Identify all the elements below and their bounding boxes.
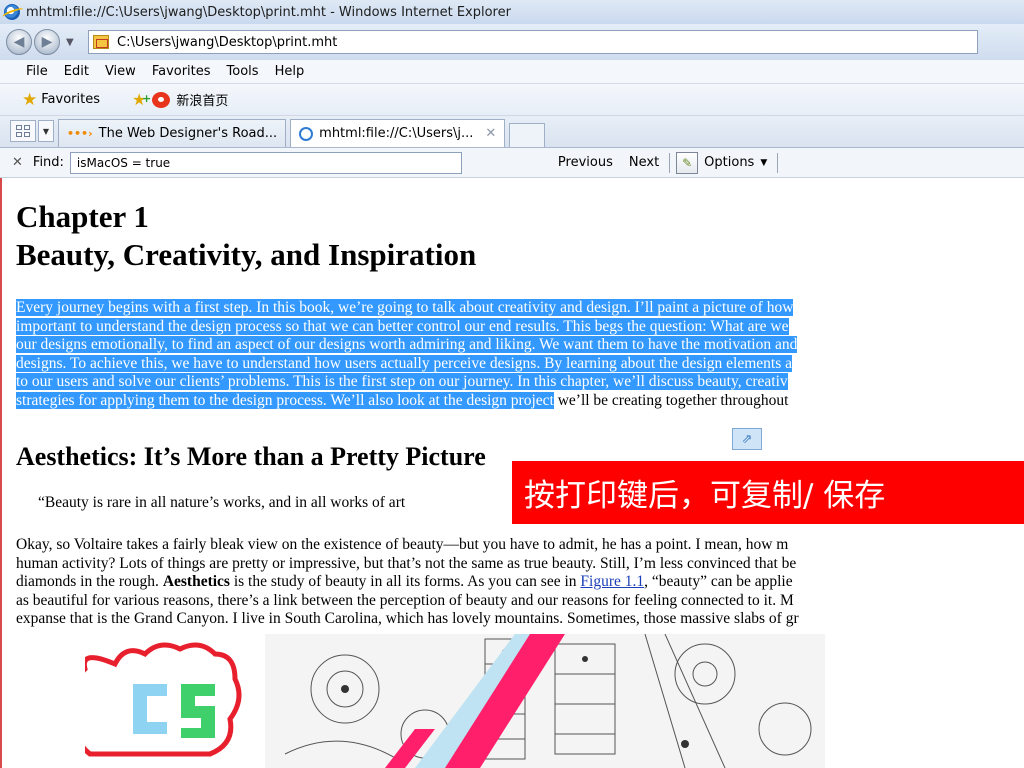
chapter-heading: Chapter 1 Beauty, Creativity, and Inspir… [16,198,476,274]
menu-bar: File Edit View Favorites Tools Help [0,60,1024,84]
selected-text-line: strategies for applying them to the desi… [16,391,554,409]
bold-term-aesthetics: Aesthetics [162,573,230,591]
weibo-icon [152,91,171,108]
title-bar: mhtml:file://C:\Users\jwang\Desktop\prin… [0,0,1024,24]
menu-edit[interactable]: Edit [64,64,89,79]
ie-icon [299,126,314,141]
close-tab-icon[interactable]: ✕ [485,126,496,141]
instruction-banner: 按打印键后，可复制/ 保存 [512,461,1024,524]
find-previous-button[interactable]: Previous [558,155,613,170]
body-line: Okay, so Voltaire takes a fairly bleak v… [16,536,789,553]
page-icon [93,35,109,49]
instruction-text: 按打印键后，可复制/ 保存 [524,478,886,514]
chapter-title: Beauty, Creativity, and Inspiration [16,237,477,272]
body-line: , “beauty” can be applie [644,573,793,591]
highlight-matches-icon[interactable]: ✎ [676,151,699,174]
find-bar: ✕ Find: Previous Next ✎ Options ▼ [0,148,1024,178]
back-button[interactable]: ◀ [6,29,32,55]
new-tab-button[interactable] [509,123,546,147]
intro-paragraph[interactable]: Every journey begins with a first step. … [16,299,1024,411]
favorite-link-sina[interactable]: 新浪首页 [176,90,228,109]
selected-text-line: designs. To achieve this, we have to und… [16,354,792,372]
chevron-down-icon[interactable]: ▼ [760,158,767,168]
menu-view[interactable]: View [105,64,136,79]
ie-logo-icon [4,4,20,20]
find-label: Find: [32,155,64,170]
find-separator [777,152,779,173]
recent-pages-dropdown[interactable]: ▼ [66,37,80,48]
selected-text-line: to our users and solve our clients’ prob… [16,373,788,391]
tab-label: The Web Designer's Road... [98,126,278,141]
favorites-star-icon: ★ [22,89,38,110]
close-find-bar-icon[interactable]: ✕ [12,155,23,170]
selected-text-line: important to understand the design proce… [16,317,789,335]
favorites-button[interactable]: Favorites [41,92,100,107]
menu-help[interactable]: Help [275,64,305,79]
menu-file[interactable]: File [26,64,48,79]
cover-image [85,634,825,768]
find-separator [669,152,671,173]
rss-icon: •••› [67,127,93,140]
window-title: mhtml:file://C:\Users\jwang\Desktop\prin… [26,4,511,20]
figure-link[interactable]: Figure 1.1 [580,573,644,590]
tab-mhtml-print[interactable]: mhtml:file://C:\Users\j... ✕ [290,119,506,147]
tab-label: mhtml:file://C:\Users\j... [319,126,474,141]
add-to-favorites-bar-icon[interactable]: ★ [132,90,152,109]
quote-text: “Beauty is rare in all nature’s works, a… [38,494,406,511]
copy-selection-icon[interactable]: ⇗ [732,428,762,450]
body-paragraph: Okay, so Voltaire takes a fairly bleak v… [16,536,1024,629]
cover-illustration [85,634,825,768]
menu-tools[interactable]: Tools [227,64,259,79]
section-heading: Aesthetics: It’s More than a Pretty Pict… [16,442,486,471]
forward-button[interactable]: ▶ [34,29,60,55]
selected-text-line: our designs emotionally, to find an aspe… [16,336,798,354]
find-options-button[interactable]: Options [704,155,754,170]
tab-list-dropdown[interactable]: ▼ [38,120,54,142]
tab-bar: ▼ •••› The Web Designer's Road... mhtml:… [0,116,1024,148]
body-line: diamonds in the rough. [16,573,163,591]
body-line: as beautiful for various reasons, there’… [16,591,794,609]
tab-web-designers-road[interactable]: •••› The Web Designer's Road... [58,119,287,147]
unselected-text: we’ll be creating together throughout [553,391,789,409]
find-next-button[interactable]: Next [629,155,659,170]
body-line: is the study of beauty in all its forms.… [229,573,581,591]
body-line: expanse that is the Grand Canyon. I live… [16,610,799,628]
chapter-number: Chapter 1 [16,199,149,234]
body-line: human activity? Lots of things are prett… [16,554,797,572]
navigation-bar: ◀ ▶ ▼ C:\Users\jwang\Desktop\print.mht [0,24,1024,60]
selected-text-line: Every journey begins with a first step. … [16,299,794,316]
address-value: C:\Users\jwang\Desktop\print.mht [117,34,338,50]
favorites-bar: ★ Favorites ★ 新浪首页 [0,84,1024,116]
quick-tabs-button[interactable] [10,120,36,142]
find-input[interactable] [69,151,462,174]
menu-favorites[interactable]: Favorites [152,64,211,79]
address-bar[interactable]: C:\Users\jwang\Desktop\print.mht [88,30,978,54]
